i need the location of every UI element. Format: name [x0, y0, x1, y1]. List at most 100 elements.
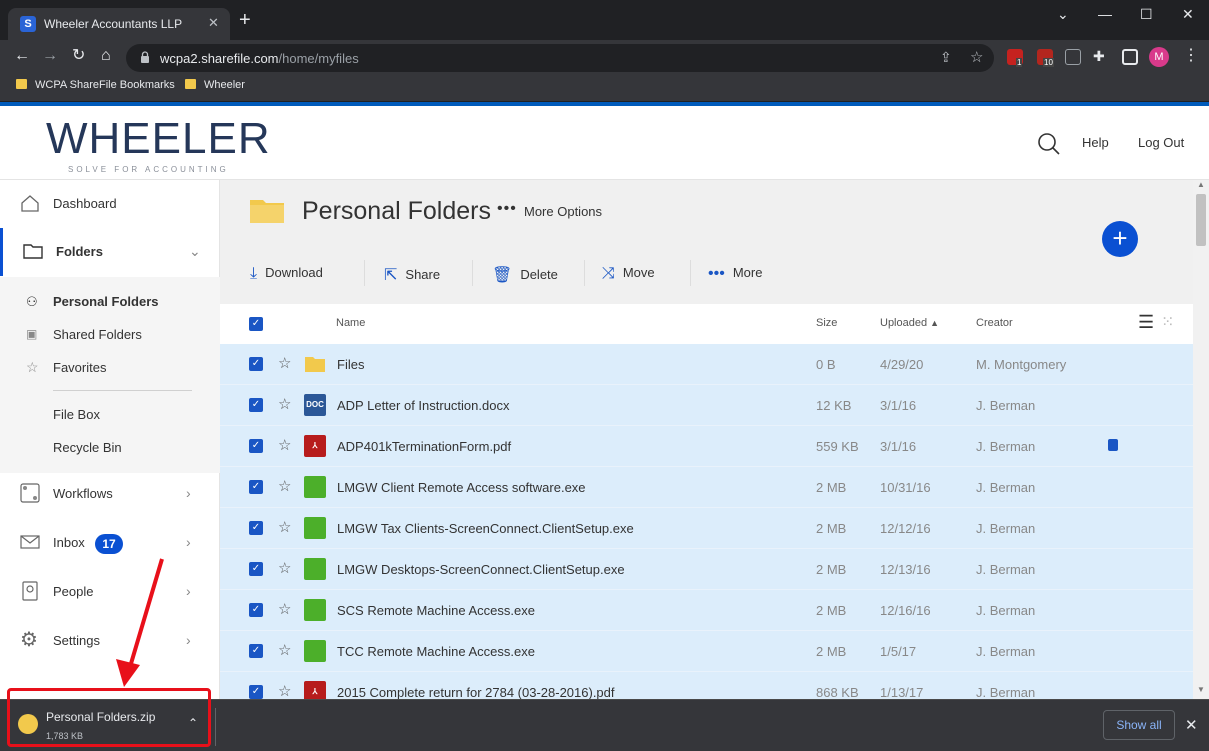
delete-button[interactable]: 🗑 Delete [492, 265, 558, 285]
favorite-star-icon[interactable]: ☆ [278, 682, 291, 699]
list-view-icon[interactable]: ☰ [1138, 312, 1154, 333]
row-checkbox[interactable]: ✓ [249, 521, 263, 535]
show-all-button[interactable]: Show all [1103, 710, 1175, 740]
file-name[interactable]: SCS Remote Machine Access.exe [337, 603, 535, 618]
sidebar-item-recycle-bin[interactable]: Recycle Bin [53, 440, 122, 455]
home-icon[interactable]: ⌂ [101, 48, 111, 64]
address-bar[interactable]: wcpa2.sharefile.com/home/myfiles ⇪ ☆ [126, 44, 994, 72]
table-row[interactable]: ✓ ☆ TCC Remote Machine Access.exe 2 MB 1… [220, 631, 1193, 672]
table-row[interactable]: ✓ ☆ LMGW Client Remote Access software.e… [220, 467, 1193, 508]
table-row[interactable]: ✓ ☆ Files 0 B 4/29/20 M. Montgomery [220, 344, 1193, 385]
chevron-right-icon[interactable]: › [186, 583, 191, 599]
table-row[interactable]: ✓ ☆ LMGW Desktops-ScreenConnect.ClientSe… [220, 549, 1193, 590]
file-name[interactable]: TCC Remote Machine Access.exe [337, 644, 535, 659]
chevron-down-icon[interactable]: ⌄ [189, 243, 201, 260]
scrollbar-thumb[interactable] [1196, 194, 1206, 246]
extensions-puzzle-icon[interactable]: ✚ [1093, 48, 1105, 64]
sidebar-item-shared-folders[interactable]: Shared Folders [53, 327, 142, 342]
sidebar-item-personal-folders[interactable]: Personal Folders [53, 294, 158, 309]
logout-link[interactable]: Log Out [1138, 135, 1184, 150]
sharefile-favicon-icon: S [20, 16, 36, 32]
favorite-star-icon[interactable]: ☆ [278, 518, 291, 536]
share-button[interactable]: ⇱ Share [384, 265, 440, 285]
more-button[interactable]: ••• More [708, 265, 762, 283]
file-name[interactable]: LMGW Client Remote Access software.exe [337, 480, 586, 495]
chevron-right-icon[interactable]: › [186, 485, 191, 501]
row-checkbox[interactable]: ✓ [249, 685, 263, 699]
tab-search-icon[interactable]: ⌄ [1057, 6, 1069, 23]
forward-icon[interactable]: → [42, 48, 58, 64]
bookmark-wheeler[interactable]: Wheeler [185, 79, 245, 91]
favorite-star-icon[interactable]: ☆ [278, 395, 291, 413]
favorite-star-icon[interactable]: ☆ [278, 477, 291, 495]
extension-screen-icon[interactable] [1065, 49, 1081, 65]
chevron-right-icon[interactable]: › [186, 534, 191, 550]
window-close-icon[interactable]: ✕ [1182, 6, 1194, 23]
reload-icon[interactable]: ↻ [72, 48, 85, 64]
table-row[interactable]: ✓ ☆ ⅄ 2015 Complete return for 2784 (03-… [220, 672, 1193, 699]
browser-tab[interactable]: S Wheeler Accountants LLP ✕ [8, 8, 230, 40]
file-name[interactable]: LMGW Desktops-ScreenConnect.ClientSetup.… [337, 562, 625, 577]
favorite-star-icon[interactable]: ☆ [278, 354, 291, 372]
file-name[interactable]: ADP Letter of Instruction.docx [337, 398, 509, 413]
search-icon[interactable] [1037, 132, 1061, 156]
bookmark-star-icon[interactable]: ☆ [970, 48, 983, 66]
file-name[interactable]: 2015 Complete return for 2784 (03-28-201… [337, 685, 615, 699]
more-options-icon[interactable]: ••• [497, 200, 517, 218]
row-checkbox[interactable]: ✓ [249, 480, 263, 494]
favorite-star-icon[interactable]: ☆ [278, 436, 291, 454]
copy-icon[interactable] [1108, 439, 1118, 451]
column-header-uploaded[interactable]: Uploaded ▲ [880, 317, 939, 329]
extension-red-icon[interactable]: 1 [1007, 49, 1023, 67]
download-button[interactable]: ⤓ Download [250, 265, 323, 283]
chrome-menu-icon[interactable]: ⋮ [1183, 48, 1199, 64]
row-checkbox[interactable]: ✓ [249, 644, 263, 658]
column-header-name[interactable]: Name [336, 317, 365, 329]
back-icon[interactable]: ← [14, 48, 30, 64]
file-name[interactable]: LMGW Tax Clients-ScreenConnect.ClientSet… [337, 521, 634, 536]
close-shelf-icon[interactable]: ✕ [1185, 716, 1198, 734]
chevron-right-icon[interactable]: › [186, 632, 191, 648]
scroll-down-icon[interactable]: ▼ [1197, 685, 1205, 694]
sidebar-item-dashboard[interactable]: Dashboard [0, 180, 220, 228]
maximize-icon[interactable]: ☐ [1140, 6, 1153, 23]
profile-avatar[interactable]: M [1149, 47, 1169, 67]
move-button[interactable]: ⤨ Move [602, 265, 655, 283]
row-checkbox[interactable]: ✓ [249, 439, 263, 453]
sidebar-item-favorites[interactable]: Favorites [53, 360, 106, 375]
sidebar-item-workflows[interactable]: Workflows › [0, 470, 220, 518]
row-checkbox[interactable]: ✓ [249, 398, 263, 412]
table-row[interactable]: ✓ ☆ SCS Remote Machine Access.exe 2 MB 1… [220, 590, 1193, 631]
select-all-checkbox[interactable]: ✓ [249, 317, 263, 331]
row-checkbox[interactable]: ✓ [249, 562, 263, 576]
bookmark-wcpa[interactable]: WCPA ShareFile Bookmarks [16, 79, 175, 91]
new-tab-icon[interactable]: + [239, 10, 251, 30]
column-header-size[interactable]: Size [816, 317, 837, 329]
table-row[interactable]: ✓ ☆ LMGW Tax Clients-ScreenConnect.Clien… [220, 508, 1193, 549]
help-link[interactable]: Help [1082, 135, 1109, 150]
table-row[interactable]: ✓ ☆ DOC ADP Letter of Instruction.docx 1… [220, 385, 1193, 426]
app-header: WHEELER SOLVE FOR ACCOUNTING Help Log Ou… [0, 106, 1209, 180]
scrollbar[interactable]: ▲ ▼ [1193, 180, 1209, 699]
share-page-icon[interactable]: ⇪ [940, 49, 952, 66]
sidebar-item-file-box[interactable]: File Box [53, 407, 100, 422]
grid-view-icon[interactable]: ⁙ [1161, 312, 1174, 332]
file-creator: J. Berman [976, 398, 1036, 413]
scroll-up-icon[interactable]: ▲ [1197, 180, 1205, 189]
row-checkbox[interactable]: ✓ [249, 603, 263, 617]
column-header-creator[interactable]: Creator [976, 317, 1013, 329]
sidebar-item-folders[interactable]: Folders ⌄ [0, 228, 220, 276]
side-panel-icon[interactable] [1122, 49, 1138, 65]
file-name[interactable]: ADP401kTerminationForm.pdf [337, 439, 511, 454]
row-checkbox[interactable]: ✓ [249, 357, 263, 371]
file-name[interactable]: Files [337, 357, 364, 372]
favorite-star-icon[interactable]: ☆ [278, 600, 291, 618]
minimize-icon[interactable]: — [1098, 6, 1112, 22]
wheeler-logo[interactable]: WHEELER [46, 114, 271, 164]
tab-close-icon[interactable]: ✕ [208, 15, 219, 31]
extension-unread-icon[interactable]: 10 [1037, 49, 1054, 67]
more-options-link[interactable]: More Options [524, 204, 602, 219]
table-row[interactable]: ✓ ☆ ⅄ ADP401kTerminationForm.pdf 559 KB … [220, 426, 1193, 467]
favorite-star-icon[interactable]: ☆ [278, 641, 291, 659]
favorite-star-icon[interactable]: ☆ [278, 559, 291, 577]
